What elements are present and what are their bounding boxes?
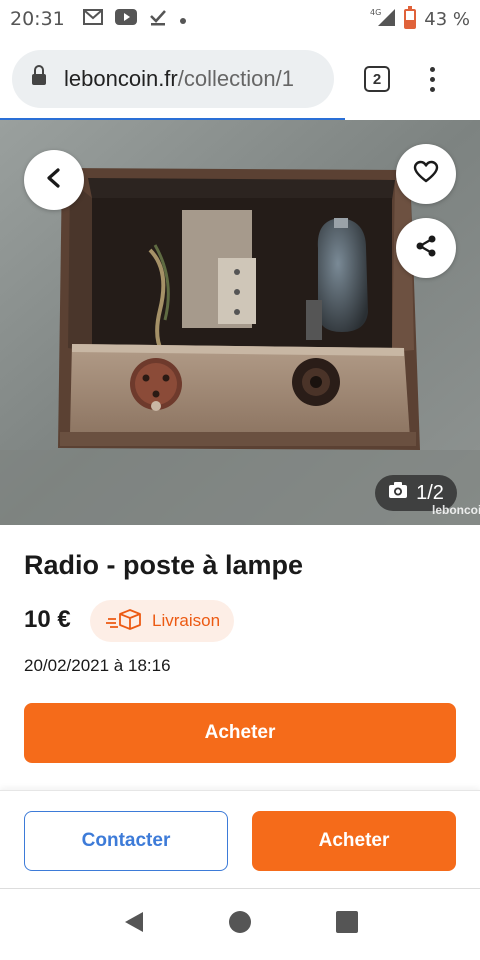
battery-percent: 43 % xyxy=(424,8,470,30)
favorite-button[interactable] xyxy=(396,144,456,204)
triangle-back-icon xyxy=(125,912,144,932)
browser-menu-button[interactable] xyxy=(430,66,435,92)
back-button[interactable] xyxy=(24,150,84,210)
watermark-text: leboncoin xyxy=(432,503,480,517)
tab-count: 2 xyxy=(372,70,382,88)
buy-button-sticky[interactable]: Acheter xyxy=(252,811,456,871)
delivery-label: Livraison xyxy=(152,611,221,630)
delivery-badge: Livraison xyxy=(90,600,235,642)
chevron-left-icon xyxy=(43,167,65,194)
url-bar[interactable]: leboncoin.fr/collection/1 xyxy=(12,50,334,108)
menu-dot-icon xyxy=(430,86,435,92)
status-time: 20:31 xyxy=(10,8,65,30)
signal-icon: 4G xyxy=(370,7,396,32)
contact-button[interactable]: Contacter xyxy=(24,811,228,871)
photo-counter-text: 1/2 xyxy=(416,481,444,504)
system-navigation-bar xyxy=(0,888,480,960)
url-domain: leboncoin.fr xyxy=(64,66,178,91)
square-recents-icon xyxy=(335,911,358,933)
buy-button[interactable]: Acheter xyxy=(24,703,456,763)
circle-home-icon xyxy=(228,911,251,933)
lock-icon xyxy=(32,65,46,87)
download-done-icon xyxy=(149,8,167,30)
notification-dot-icon xyxy=(179,10,187,29)
share-icon xyxy=(414,234,438,263)
delivery-box-icon xyxy=(104,607,142,636)
listing-title: Radio - poste à lampe xyxy=(24,550,304,580)
action-bar: Contacter Acheter xyxy=(0,790,480,888)
battery-icon xyxy=(404,6,417,29)
listing-date: 20/02/2021 à 18:16 xyxy=(24,656,171,675)
nav-recents-button[interactable] xyxy=(335,910,359,939)
listing-price: 10 € xyxy=(24,606,71,633)
share-button[interactable] xyxy=(396,218,456,278)
menu-dot-icon xyxy=(430,76,435,82)
menu-dot-icon xyxy=(430,66,435,72)
listing-photo[interactable] xyxy=(0,120,480,525)
network-type-label: 4G xyxy=(370,8,381,17)
nav-home-button[interactable] xyxy=(228,910,252,939)
url-path: /collection/1 xyxy=(177,66,294,91)
browser-toolbar: leboncoin.fr/collection/1 2 xyxy=(0,40,480,118)
youtube-icon xyxy=(114,9,137,29)
camera-icon xyxy=(388,481,408,505)
nav-back-button[interactable] xyxy=(121,910,145,939)
tab-switcher-button[interactable]: 2 xyxy=(364,66,390,92)
heart-icon xyxy=(413,160,439,189)
status-bar: 20:31 4G 43 % xyxy=(0,0,480,38)
gmail-icon xyxy=(82,9,103,29)
